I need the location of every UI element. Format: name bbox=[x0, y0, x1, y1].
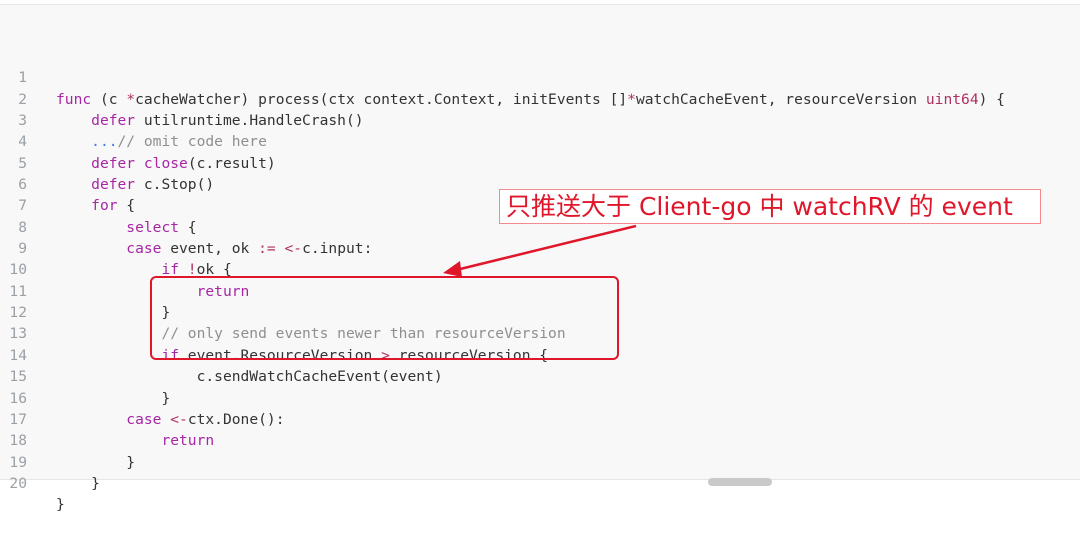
annotation-arrow-icon bbox=[443, 224, 637, 277]
annotation-callout: 只推送大于 Client-go 中 watchRV 的 event bbox=[499, 189, 1041, 224]
horizontal-scrollbar-thumb[interactable] bbox=[708, 478, 772, 486]
code-text: } bbox=[56, 496, 65, 514]
